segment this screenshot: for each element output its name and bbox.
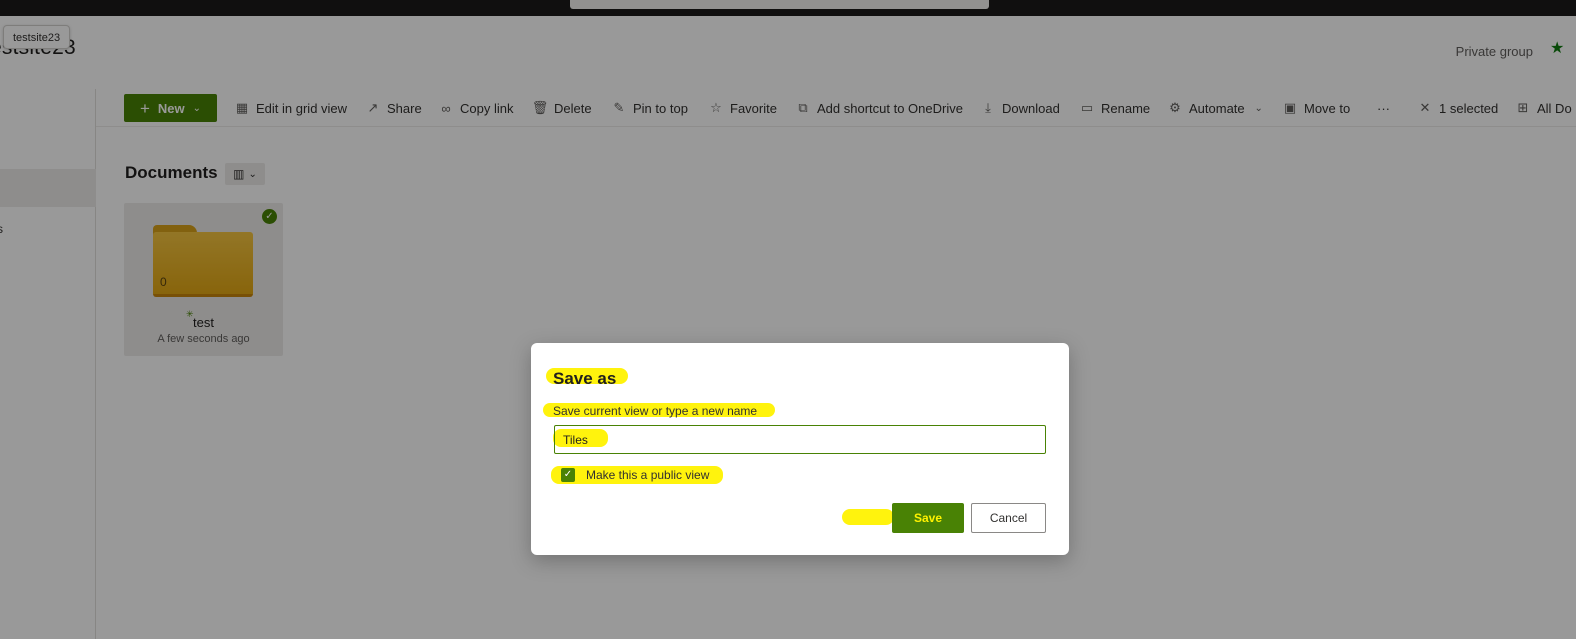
public-view-checkbox[interactable]: ✓ — [561, 468, 575, 482]
view-name-label: Save current view or type a new name — [553, 404, 758, 418]
save-button[interactable]: Save — [892, 503, 964, 533]
view-name-input[interactable] — [554, 425, 1046, 454]
save-as-dialog: Save as Save current view or type a new … — [531, 343, 1069, 555]
save-highlight — [842, 509, 894, 525]
dialog-title: Save as — [553, 369, 617, 388]
cancel-button[interactable]: Cancel — [971, 503, 1046, 533]
public-view-label[interactable]: Make this a public view — [586, 468, 709, 482]
